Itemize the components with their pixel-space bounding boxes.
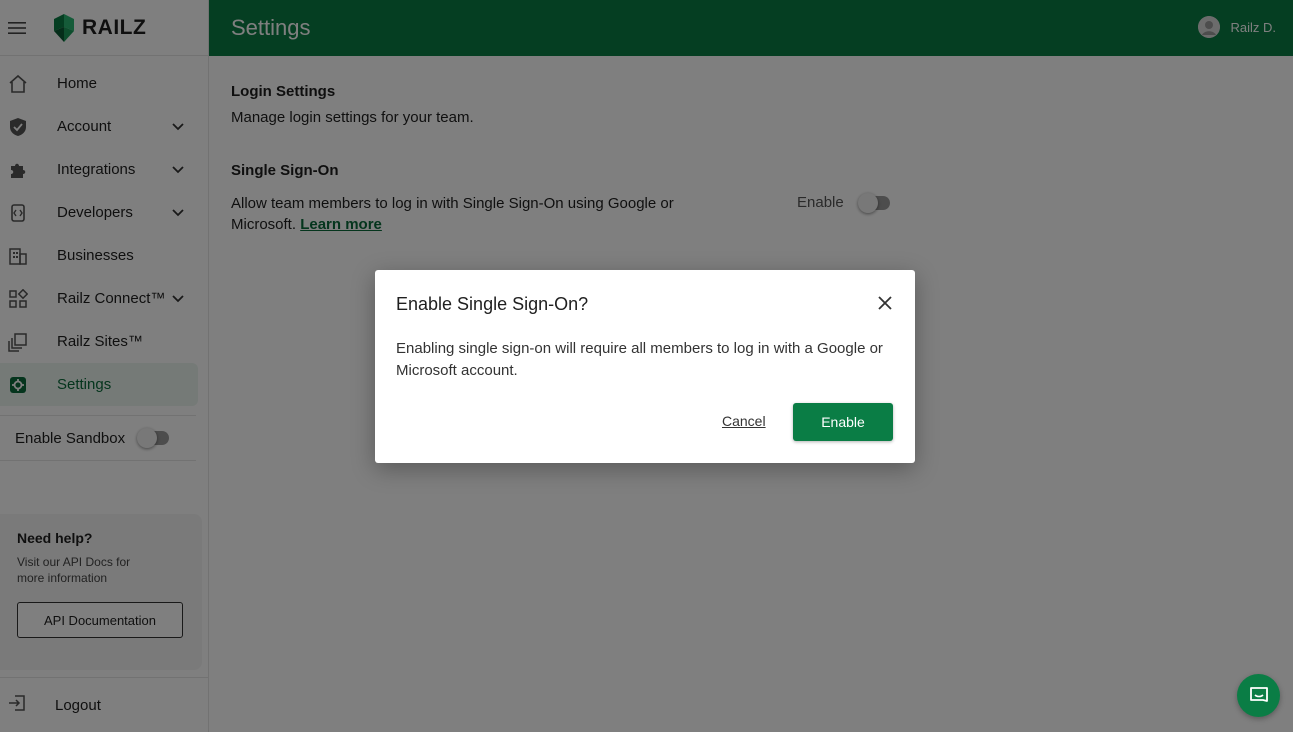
dialog-body: Enabling single sign-on will require all… xyxy=(396,340,883,379)
chat-icon xyxy=(1249,686,1268,702)
close-icon[interactable] xyxy=(877,295,893,311)
dialog-title: Enable Single Sign-On? xyxy=(396,294,589,314)
enable-sso-dialog: Enable Single Sign-On? Enabling single s… xyxy=(375,270,915,463)
enable-button[interactable]: Enable xyxy=(793,403,893,441)
chat-launcher-button[interactable] xyxy=(1237,674,1280,717)
cancel-button[interactable]: Cancel xyxy=(722,413,766,429)
